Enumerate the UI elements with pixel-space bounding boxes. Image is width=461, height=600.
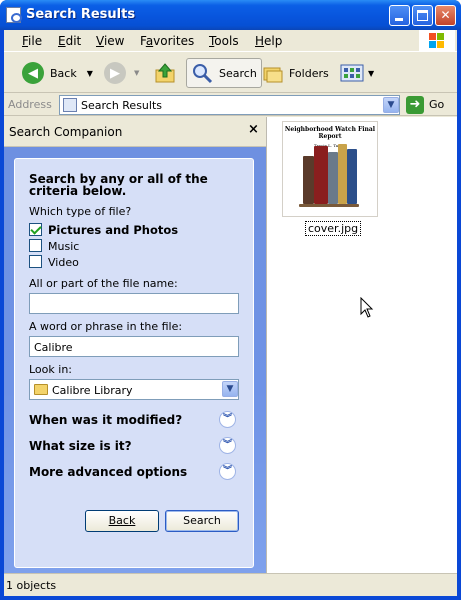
search-toolbar-button[interactable]: Search [186, 58, 262, 88]
window-client: File Edit View Favorites Tools Help ◀ Ba… [4, 30, 457, 596]
menu-edit[interactable]: Edit [58, 34, 81, 48]
music-label[interactable]: Music [48, 240, 79, 253]
phrase-label: A word or phrase in the file: [29, 320, 183, 333]
advanced-expander[interactable]: More advanced options [29, 465, 187, 479]
phrase-input[interactable]: Calibre [29, 336, 239, 357]
explorer-window: Search Results ✕ File Edit View Favorite… [0, 0, 461, 600]
back-button-companion[interactable]: Back [85, 510, 159, 532]
address-input[interactable]: Search Results ▼ [59, 95, 400, 115]
flag-red [429, 33, 436, 40]
views-dropdown-icon: ▼ [368, 68, 375, 78]
video-label[interactable]: Video [48, 256, 79, 269]
book-spine [314, 146, 328, 204]
file-name-label[interactable]: cover.jpg [305, 221, 362, 236]
views-button[interactable]: ▼ [340, 58, 374, 88]
search-label: Search [219, 66, 257, 80]
address-bar: Address Search Results ▼ ➜ Go [4, 94, 457, 116]
views-icon [340, 64, 364, 82]
pictures-label[interactable]: Pictures and Photos [48, 223, 178, 237]
flag-green [437, 33, 444, 40]
up-folder-icon [155, 63, 175, 83]
back-arrow-icon: ◀ [22, 62, 44, 84]
windows-logo-icon [419, 30, 455, 51]
thumb-author: Tracie L. Taylor [314, 143, 346, 148]
pictures-checkbox[interactable] [29, 223, 42, 236]
search-results-icon [63, 98, 77, 112]
menu-file[interactable]: File [22, 34, 42, 48]
cover-thumbnail[interactable]: Neighborhood Watch Final Report Tracie L… [282, 121, 378, 217]
forward-button[interactable]: ▶ ▼ [104, 58, 139, 88]
menu-tools[interactable]: Tools [209, 34, 239, 48]
up-folder-button[interactable] [154, 58, 176, 88]
minimize-icon [395, 18, 403, 21]
status-text: 1 objects [6, 579, 57, 592]
folders-icon [263, 67, 283, 83]
book-spine [347, 149, 357, 204]
minimize-button[interactable] [389, 5, 410, 26]
look-in-select[interactable]: Calibre Library ▼ [29, 379, 239, 400]
menu-help[interactable]: Help [255, 34, 282, 48]
folders-button[interactable]: Folders [262, 58, 329, 88]
companion-header: Search Companion × [4, 117, 266, 147]
look-in-label: Look in: [29, 363, 72, 376]
file-type-label: Which type of file? [29, 205, 132, 218]
filename-input[interactable] [29, 293, 239, 314]
phrase-value: Calibre [34, 341, 73, 354]
status-bar: 1 objects [4, 573, 457, 596]
maximize-button[interactable] [412, 5, 433, 26]
back-button-label: Back [108, 514, 136, 527]
companion-close-icon[interactable]: × [248, 122, 259, 137]
address-value: Search Results [81, 99, 163, 112]
close-button[interactable]: ✕ [435, 5, 456, 26]
forward-dropdown-icon: ▼ [134, 69, 140, 77]
back-button[interactable]: ◀ Back ▼ [22, 58, 93, 88]
expand-chevron-icon[interactable]: ︾ [219, 463, 236, 480]
standard-toolbar: ◀ Back ▼ ▶ ▼ Search Folders ▼ [4, 53, 457, 93]
modified-expander[interactable]: When was it modified? [29, 413, 182, 427]
magnifier-icon [193, 64, 213, 84]
menu-favorites[interactable]: Favorites [140, 34, 194, 48]
search-criteria-panel: Search by any or all of the criteria bel… [14, 158, 254, 568]
search-companion-pane: Search Companion × Search by any or all … [4, 117, 266, 573]
book-spine [303, 156, 314, 204]
results-view: Neighborhood Watch Final Report Tracie L… [266, 117, 457, 573]
filename-label: All or part of the file name: [29, 277, 178, 290]
music-checkbox[interactable] [29, 239, 42, 252]
go-arrow-icon[interactable]: ➜ [406, 96, 424, 114]
flag-blue [429, 41, 436, 48]
expand-chevron-icon[interactable]: ︾ [219, 437, 236, 454]
mouse-cursor-icon [360, 297, 374, 318]
book-spine [328, 152, 338, 204]
search-button-label: Search [183, 514, 221, 527]
thumb-title: Neighborhood Watch Final Report [284, 126, 376, 140]
menu-view[interactable]: View [96, 34, 124, 48]
back-label: Back [50, 66, 77, 80]
criteria-heading: Search by any or all of the criteria bel… [29, 172, 208, 198]
forward-arrow-icon: ▶ [104, 62, 126, 84]
search-button[interactable]: Search [165, 510, 239, 532]
book-stand [299, 204, 359, 207]
flag-yellow [437, 41, 444, 48]
look-in-value: Calibre Library [52, 384, 133, 397]
maximize-icon [417, 10, 428, 21]
expand-chevron-icon[interactable]: ︾ [219, 411, 236, 428]
window-title: Search Results [26, 7, 136, 22]
folder-icon [34, 384, 48, 395]
size-expander[interactable]: What size is it? [29, 439, 132, 453]
back-dropdown-icon[interactable]: ▼ [87, 69, 93, 78]
go-button[interactable]: Go [429, 98, 444, 111]
book-spine [338, 144, 347, 204]
menu-bar: File Edit View Favorites Tools Help [4, 30, 457, 52]
look-in-dropdown-icon[interactable]: ▼ [222, 381, 238, 397]
folders-label: Folders [289, 66, 329, 80]
address-label: Address [8, 98, 52, 111]
video-checkbox[interactable] [29, 255, 42, 268]
companion-title: Search Companion [9, 125, 123, 139]
title-bar[interactable]: Search Results ✕ [0, 0, 461, 30]
address-dropdown-icon[interactable]: ▼ [383, 97, 399, 113]
search-results-icon [6, 7, 22, 23]
